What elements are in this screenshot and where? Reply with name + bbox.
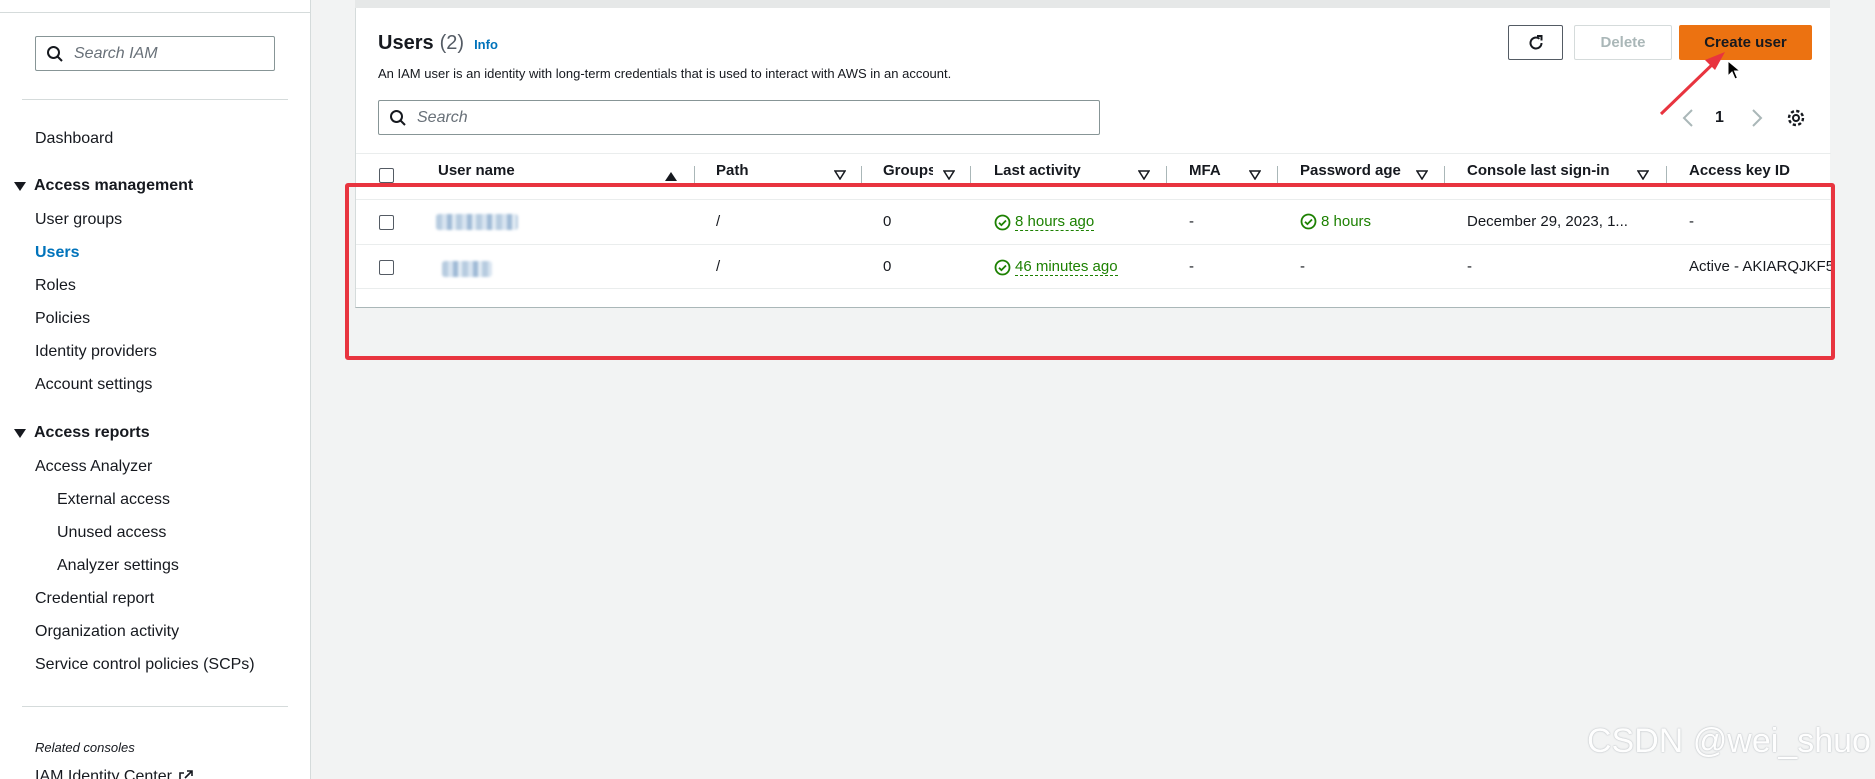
sidebar-item-roles[interactable]: Roles xyxy=(35,277,76,295)
related-consoles-heading: Related consoles xyxy=(35,740,135,755)
users-description: An IAM user is an identity with long-ter… xyxy=(378,66,952,81)
page-title: Users (2) Info xyxy=(378,32,498,55)
sort-ascending-icon[interactable] xyxy=(665,172,677,181)
column-separator xyxy=(1166,166,1167,183)
filter-icon[interactable] xyxy=(943,170,955,180)
annotation-highlight-box xyxy=(345,183,1835,360)
iam-sidebar: Search IAM Dashboard Access management U… xyxy=(0,0,311,779)
search-icon xyxy=(390,109,406,126)
column-separator xyxy=(1444,166,1445,183)
search-icon xyxy=(47,45,63,62)
sidebar-item-organization-activity[interactable]: Organization activity xyxy=(35,623,179,641)
sidebar-item-dashboard[interactable]: Dashboard xyxy=(35,130,113,148)
annotation-arrow-icon xyxy=(1659,52,1725,116)
refresh-icon xyxy=(1529,34,1542,49)
sidebar-group-access-reports[interactable]: Access reports xyxy=(14,424,150,442)
sidebar-item-policies[interactable]: Policies xyxy=(35,310,90,328)
sidebar-item-identity-providers[interactable]: Identity providers xyxy=(35,343,157,361)
sidebar-group-label: Access reports xyxy=(34,424,150,441)
users-title: Users xyxy=(378,32,434,54)
column-header-access-key-id[interactable]: Access key ID xyxy=(1689,162,1790,179)
caret-down-icon xyxy=(14,181,26,191)
refresh-button[interactable] xyxy=(1508,25,1563,60)
table-header: User name Path Groups Last activity MFA … xyxy=(356,153,1831,183)
sidebar-item-unused-access[interactable]: Unused access xyxy=(57,524,166,542)
column-header-groups[interactable]: Groups xyxy=(883,162,933,179)
column-header-mfa[interactable]: MFA xyxy=(1189,162,1221,179)
filter-icon[interactable] xyxy=(1249,170,1261,180)
sidebar-item-account-settings[interactable]: Account settings xyxy=(35,376,152,394)
gear-icon[interactable] xyxy=(1786,108,1806,128)
sidebar-item-identity-center[interactable]: IAM Identity Center xyxy=(35,768,194,779)
column-header-user-name[interactable]: User name xyxy=(438,162,515,179)
sidebar-item-access-analyzer[interactable]: Access Analyzer xyxy=(35,458,152,476)
sidebar-top-divider xyxy=(0,12,310,13)
filter-icon[interactable] xyxy=(1637,170,1649,180)
select-all-checkbox[interactable] xyxy=(379,168,394,183)
sidebar-item-analyzer-settings[interactable]: Analyzer settings xyxy=(57,557,179,575)
sidebar-item-external-access[interactable]: External access xyxy=(57,491,170,509)
card-top-edge xyxy=(355,0,1830,8)
sidebar-item-credential-report[interactable]: Credential report xyxy=(35,590,154,608)
column-separator xyxy=(1277,166,1278,183)
column-separator xyxy=(861,166,862,183)
users-search-placeholder: Search xyxy=(417,108,468,126)
watermark-text: CSDN @wei_shuo xyxy=(1587,722,1871,760)
users-search-input[interactable]: Search xyxy=(378,100,1100,135)
external-link-icon xyxy=(179,770,193,779)
column-header-password-age[interactable]: Password age xyxy=(1300,162,1401,179)
users-count: (2) xyxy=(439,32,465,54)
column-separator xyxy=(694,166,695,183)
filter-icon[interactable] xyxy=(1138,170,1150,180)
sidebar-item-user-groups[interactable]: User groups xyxy=(35,211,122,229)
info-link[interactable]: Info xyxy=(474,37,498,52)
mouse-cursor-icon xyxy=(1727,60,1741,80)
column-header-last-activity[interactable]: Last activity xyxy=(994,162,1081,179)
iam-search-placeholder: Search IAM xyxy=(74,44,158,62)
sidebar-group-label: Access management xyxy=(34,177,194,194)
sidebar-divider xyxy=(22,706,288,707)
column-header-path[interactable]: Path xyxy=(716,162,749,179)
caret-down-icon xyxy=(14,428,26,438)
filter-icon[interactable] xyxy=(1416,170,1428,180)
filter-icon[interactable] xyxy=(834,170,846,180)
sidebar-divider xyxy=(22,99,288,100)
sidebar-item-label: IAM Identity Center xyxy=(35,768,172,779)
sidebar-item-scps[interactable]: Service control policies (SCPs) xyxy=(35,656,255,674)
column-separator xyxy=(1666,166,1667,183)
sidebar-group-access-management[interactable]: Access management xyxy=(14,177,193,195)
column-header-console-last-sign-in[interactable]: Console last sign-in xyxy=(1467,162,1610,179)
column-separator xyxy=(970,166,971,183)
chevron-right-icon[interactable] xyxy=(1750,107,1764,129)
iam-search-input[interactable]: Search IAM xyxy=(35,36,275,71)
sidebar-item-users[interactable]: Users xyxy=(35,244,79,262)
